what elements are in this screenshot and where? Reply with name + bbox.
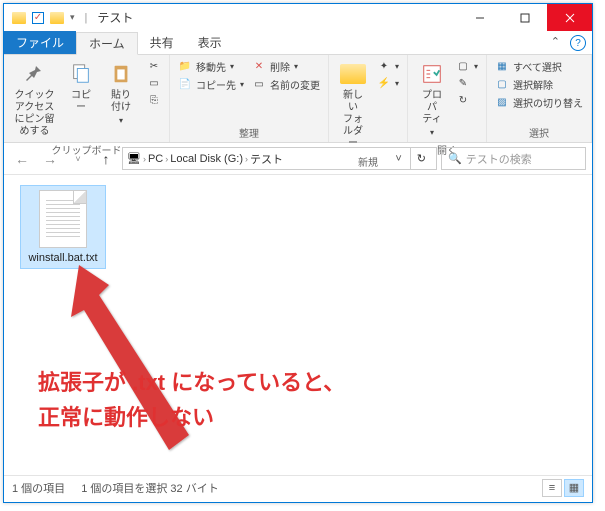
chevron-down-icon: ▾ <box>240 80 244 89</box>
text-file-icon <box>39 190 87 248</box>
tab-file[interactable]: ファイル <box>4 31 76 54</box>
open-button[interactable]: ▢▾ <box>454 58 480 74</box>
delete-icon: ✕ <box>252 60 266 74</box>
edit-icon: ✎ <box>456 76 470 90</box>
new-folder-button[interactable]: 新しい フォルダー <box>335 58 371 152</box>
move-icon: 📁 <box>178 60 192 74</box>
close-button[interactable] <box>547 4 592 31</box>
maximize-button[interactable] <box>502 4 547 31</box>
titlebar: ✓ ▾ | テスト <box>4 4 592 31</box>
delete-button[interactable]: ✕削除▾ <box>250 58 322 75</box>
rename-button[interactable]: ▭名前の変更 <box>250 76 322 93</box>
refresh-button[interactable]: ↻ <box>410 148 432 169</box>
title-separator: | <box>85 12 88 24</box>
details-view-button[interactable]: ≡ <box>542 479 562 497</box>
select-all-icon: ▦ <box>495 60 509 74</box>
group-select: ▦すべて選択 ▢選択解除 ▨選択の切り替え 選択 <box>487 55 592 142</box>
tab-home[interactable]: ホーム <box>76 32 138 55</box>
tab-view[interactable]: 表示 <box>186 31 234 54</box>
file-pane[interactable]: winstall.bat.txt <box>4 175 592 475</box>
statusbar: 1 個の項目 1 個の項目を選択 32 バイト ≡ ▦ <box>4 475 592 499</box>
help-button[interactable]: ? <box>570 35 586 51</box>
new-item-button[interactable]: ✦▾ <box>375 58 401 74</box>
chevron-right-icon: › <box>245 154 248 164</box>
chevron-right-icon: › <box>165 154 168 164</box>
edit-button[interactable]: ✎ <box>454 75 480 91</box>
properties-button[interactable]: プロパ ティ ▾ <box>414 58 450 140</box>
shortcut-icon: ⎘ <box>147 93 161 107</box>
chevron-down-icon: ▾ <box>119 116 123 126</box>
cut-button[interactable]: ✂ <box>145 58 163 74</box>
back-button[interactable]: ← <box>10 147 34 171</box>
copy-to-button[interactable]: 📄コピー先▾ <box>176 76 246 93</box>
chevron-down-icon: ▾ <box>395 62 399 71</box>
easy-icon: ⚡ <box>377 76 391 90</box>
paste-button[interactable]: 貼り付け ▾ <box>103 58 139 128</box>
easy-access-button[interactable]: ⚡▾ <box>375 75 401 91</box>
status-count: 1 個の項目 <box>12 480 65 496</box>
group-clipboard: クイック アクセス にピン留めする コピー 貼り付け ▾ ✂ ▭ ⎘ クリップボ… <box>4 55 170 142</box>
select-none-icon: ▢ <box>495 78 509 92</box>
new-folder-icon <box>339 60 367 88</box>
breadcrumb[interactable]: 🖥 › PC › Local Disk (G:) › テスト ˅ ↻ <box>122 147 437 170</box>
rename-icon: ▭ <box>252 78 266 92</box>
scissors-icon: ✂ <box>147 59 161 73</box>
file-name: winstall.bat.txt <box>28 252 97 264</box>
history-button[interactable]: ↻ <box>454 92 480 108</box>
breadcrumb-drive[interactable]: Local Disk (G:) <box>170 153 243 165</box>
ribbon-collapse-icon[interactable]: ⌃ <box>551 35 560 51</box>
up-button[interactable]: ↑ <box>94 147 118 171</box>
minimize-button[interactable] <box>457 4 502 31</box>
new-item-icon: ✦ <box>377 59 391 73</box>
pin-to-quick-access-button[interactable]: クイック アクセス にピン留めする <box>10 58 59 140</box>
status-selected: 1 個の項目を選択 32 バイト <box>81 480 219 496</box>
copy-icon <box>67 60 95 88</box>
chevron-right-icon: › <box>143 154 146 164</box>
properties-icon <box>418 60 446 88</box>
folder-icon <box>12 12 26 24</box>
group-label: 整理 <box>176 123 322 142</box>
chevron-down-icon: ▾ <box>230 62 234 71</box>
chevron-down-icon: ▾ <box>474 62 478 71</box>
path-icon: ▭ <box>147 76 161 90</box>
breadcrumb-folder[interactable]: テスト <box>250 151 283 167</box>
qat-checkbox-icon[interactable]: ✓ <box>32 12 44 24</box>
recent-dropdown[interactable]: ˅ <box>66 147 90 171</box>
paste-shortcut-button[interactable]: ⎘ <box>145 92 163 108</box>
pc-icon: 🖥 <box>127 152 141 165</box>
ribbon-tabs: ファイル ホーム 共有 表示 ⌃ ? <box>4 31 592 55</box>
select-all-button[interactable]: ▦すべて選択 <box>493 58 585 75</box>
folder-icon <box>50 12 64 24</box>
chevron-down-icon: ▾ <box>395 79 399 88</box>
pin-icon <box>20 60 48 88</box>
invert-icon: ▨ <box>495 96 509 110</box>
history-icon: ↻ <box>456 93 470 107</box>
group-organize: 📁移動先▾ 📄コピー先▾ ✕削除▾ ▭名前の変更 整理 <box>170 55 329 142</box>
ribbon: クイック アクセス にピン留めする コピー 貼り付け ▾ ✂ ▭ ⎘ クリップボ… <box>4 55 592 143</box>
window-title: テスト <box>97 9 133 26</box>
tab-share[interactable]: 共有 <box>138 31 186 54</box>
icons-view-button[interactable]: ▦ <box>564 479 584 497</box>
qat-dropdown-icon[interactable]: ▾ <box>70 12 75 23</box>
search-input[interactable]: 🔍 テストの検索 <box>441 147 586 170</box>
chevron-down-icon: ▾ <box>430 128 434 138</box>
chevron-down-icon: ▾ <box>294 62 298 71</box>
file-item[interactable]: winstall.bat.txt <box>20 185 106 269</box>
invert-selection-button[interactable]: ▨選択の切り替え <box>493 94 585 111</box>
paste-icon <box>107 60 135 88</box>
copy-button[interactable]: コピー <box>63 58 99 116</box>
select-none-button[interactable]: ▢選択解除 <box>493 76 585 93</box>
search-icon: 🔍 <box>448 152 462 165</box>
breadcrumb-pc[interactable]: PC <box>148 153 163 165</box>
open-icon: ▢ <box>456 59 470 73</box>
address-dropdown[interactable]: ˅ <box>389 153 407 165</box>
group-label: 選択 <box>493 123 585 142</box>
annotation-arrow <box>59 255 219 475</box>
group-new: 新しい フォルダー ✦▾ ⚡▾ 新規 <box>329 55 408 142</box>
move-to-button[interactable]: 📁移動先▾ <box>176 58 246 75</box>
copyto-icon: 📄 <box>178 78 192 92</box>
forward-button[interactable]: → <box>38 147 62 171</box>
group-open: プロパ ティ ▾ ▢▾ ✎ ↻ 開く <box>408 55 487 142</box>
copy-path-button[interactable]: ▭ <box>145 75 163 91</box>
